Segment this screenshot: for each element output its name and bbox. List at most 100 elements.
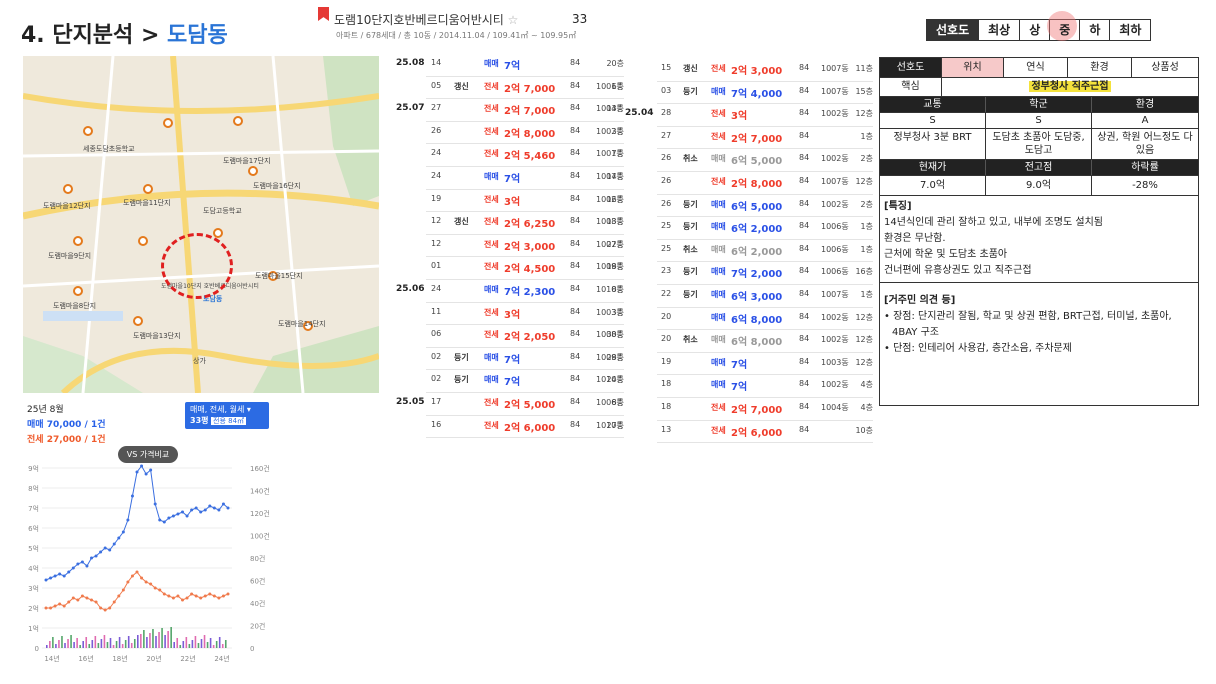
row-separator bbox=[426, 437, 624, 439]
transaction-row: 24 전세 2억 5,460 84 1001동 7층 bbox=[396, 148, 624, 171]
data-point bbox=[199, 510, 203, 514]
panel-tab-age[interactable]: 연식 bbox=[1004, 58, 1068, 77]
row-deal-type: 매매 bbox=[711, 154, 726, 164]
y-left-tick: 6억 bbox=[28, 525, 39, 533]
volume-bar bbox=[73, 642, 75, 648]
row-deal-type: 매매 bbox=[711, 267, 726, 277]
volume-bar bbox=[61, 636, 63, 648]
row-area: 84 bbox=[799, 63, 810, 72]
row-floor: 16층 bbox=[855, 267, 873, 277]
map-pin-icon[interactable] bbox=[163, 118, 173, 128]
volume-bar bbox=[109, 638, 112, 648]
row-area: 84 bbox=[799, 198, 810, 208]
row-area: 84 bbox=[799, 266, 810, 276]
transaction-row: 25.08 14 매매 7억 84 20층 bbox=[396, 58, 624, 81]
data-point bbox=[130, 574, 134, 578]
grade-value: A bbox=[1141, 115, 1149, 126]
map-label: 도램마을14단지 bbox=[278, 320, 326, 328]
row-separator bbox=[657, 148, 873, 150]
bookmark-icon[interactable] bbox=[318, 7, 329, 21]
row-flag: 등기 bbox=[683, 290, 698, 299]
row-deal-type: 매매 bbox=[484, 59, 499, 68]
current-price: 7.0억 bbox=[880, 176, 986, 195]
row-flag: 취소 bbox=[683, 335, 698, 345]
data-point bbox=[67, 570, 71, 574]
y-right-tick: 80건 bbox=[250, 554, 265, 563]
data-point bbox=[53, 604, 57, 608]
row-price: 7억 bbox=[504, 61, 521, 72]
core-row: 핵심 정부청사 직주근접 bbox=[880, 78, 1198, 97]
transaction-row: 26 등기 매매 6억 5,000 84 1002동 2층 bbox=[625, 199, 873, 222]
panel-tab-environment[interactable]: 환경 bbox=[1068, 58, 1132, 77]
analysis-panel: 선호도 위치 연식 환경 상품성 핵심 정부청사 직주근접 교통 학군 환경 S… bbox=[879, 57, 1199, 406]
map-pin-icon[interactable] bbox=[133, 316, 143, 326]
data-point bbox=[94, 600, 98, 604]
row-area: 84 bbox=[799, 379, 810, 389]
grade-option-mid-label: 중 bbox=[1059, 23, 1071, 37]
row-floor: 13층 bbox=[606, 217, 624, 227]
transaction-row: 20 취소 매매 6억 8,000 84 1002동 12층 bbox=[625, 334, 873, 357]
volume-bar bbox=[167, 631, 169, 648]
data-point bbox=[76, 562, 80, 566]
row-price: 3억 bbox=[504, 309, 521, 321]
data-point bbox=[108, 606, 112, 610]
data-point bbox=[217, 596, 221, 600]
row-period: 25.08 bbox=[396, 58, 425, 68]
row-price: 3억 bbox=[504, 196, 521, 208]
data-point bbox=[121, 588, 125, 592]
row-day: 25 bbox=[661, 221, 672, 231]
panel-tab-preference[interactable]: 선호도 bbox=[880, 58, 942, 77]
grade-option-best[interactable]: 최상 bbox=[978, 20, 1020, 40]
map-label: 세종도담초등학교 bbox=[83, 145, 135, 153]
volume-bar bbox=[85, 637, 88, 648]
panel-tab-location[interactable]: 위치 bbox=[942, 58, 1004, 77]
data-point bbox=[171, 514, 175, 518]
volume-bar bbox=[94, 636, 97, 648]
data-point bbox=[99, 606, 103, 610]
peak-price: 9.0억 bbox=[986, 176, 1092, 195]
category-header-row: 교통 학군 환경 bbox=[880, 97, 1198, 113]
row-area: 84 bbox=[570, 419, 581, 429]
map-pin-icon[interactable] bbox=[248, 166, 258, 176]
row-floor: 2층 bbox=[860, 199, 873, 209]
map-label: 도램마을12단지 bbox=[43, 202, 91, 210]
volume-bar bbox=[224, 640, 227, 648]
map-pin-icon[interactable] bbox=[73, 286, 83, 296]
map-pin-icon[interactable] bbox=[63, 184, 73, 194]
grade-option-high[interactable]: 상 bbox=[1019, 20, 1050, 40]
target-complex-circle bbox=[161, 233, 233, 299]
volume-bar bbox=[197, 643, 200, 648]
chart-filter-dropdown[interactable]: 매매, 전세, 월세 ▾ 33평 전용 84㎡ bbox=[185, 402, 269, 429]
volume-bar bbox=[155, 636, 157, 648]
row-period: 25.05 bbox=[396, 397, 425, 407]
row-floor: 3층 bbox=[611, 126, 624, 136]
row-separator bbox=[657, 419, 873, 421]
map-pin-icon[interactable] bbox=[233, 116, 243, 126]
row-price: 2억 7,000 bbox=[504, 106, 556, 118]
row-building: 1002동 bbox=[821, 335, 849, 345]
grade-option-low[interactable]: 하 bbox=[1079, 20, 1110, 40]
star-icon[interactable]: ☆ bbox=[508, 13, 519, 27]
row-day: 26 bbox=[661, 176, 672, 185]
row-price: 6억 2,000 bbox=[731, 224, 783, 236]
row-day: 14 bbox=[431, 58, 442, 67]
row-deal-type: 전세 bbox=[484, 307, 499, 317]
map-pin-icon[interactable] bbox=[138, 236, 148, 246]
grade-option-lowest[interactable]: 최하 bbox=[1109, 20, 1151, 40]
map-pin-icon[interactable] bbox=[143, 184, 153, 194]
row-day: 02 bbox=[431, 351, 442, 361]
row-separator bbox=[426, 120, 624, 122]
category-header: 환경 bbox=[1092, 97, 1198, 112]
panel-tab-product[interactable]: 상품성 bbox=[1132, 58, 1198, 77]
map-pin-icon[interactable] bbox=[73, 236, 83, 246]
volume-bar bbox=[218, 637, 221, 648]
volume-bar bbox=[52, 637, 54, 648]
grade-option-mid[interactable]: 중 bbox=[1047, 11, 1080, 41]
volume-bar bbox=[64, 643, 66, 648]
row-deal-type: 전세 bbox=[711, 425, 726, 435]
location-map[interactable]: 도램마을11단지 도램마을15단지 도램마을10단지 호반베르디움어반시티 도램… bbox=[23, 56, 379, 393]
chart-sale-summary: 매매 70,000 / 1건 bbox=[27, 420, 106, 430]
map-pin-icon[interactable] bbox=[83, 126, 93, 136]
row-floor: 7층 bbox=[611, 149, 624, 159]
complex-subtitle: 아파트 / 678세대 / 총 10동 / 2014.11.04 / 109.4… bbox=[336, 31, 577, 40]
